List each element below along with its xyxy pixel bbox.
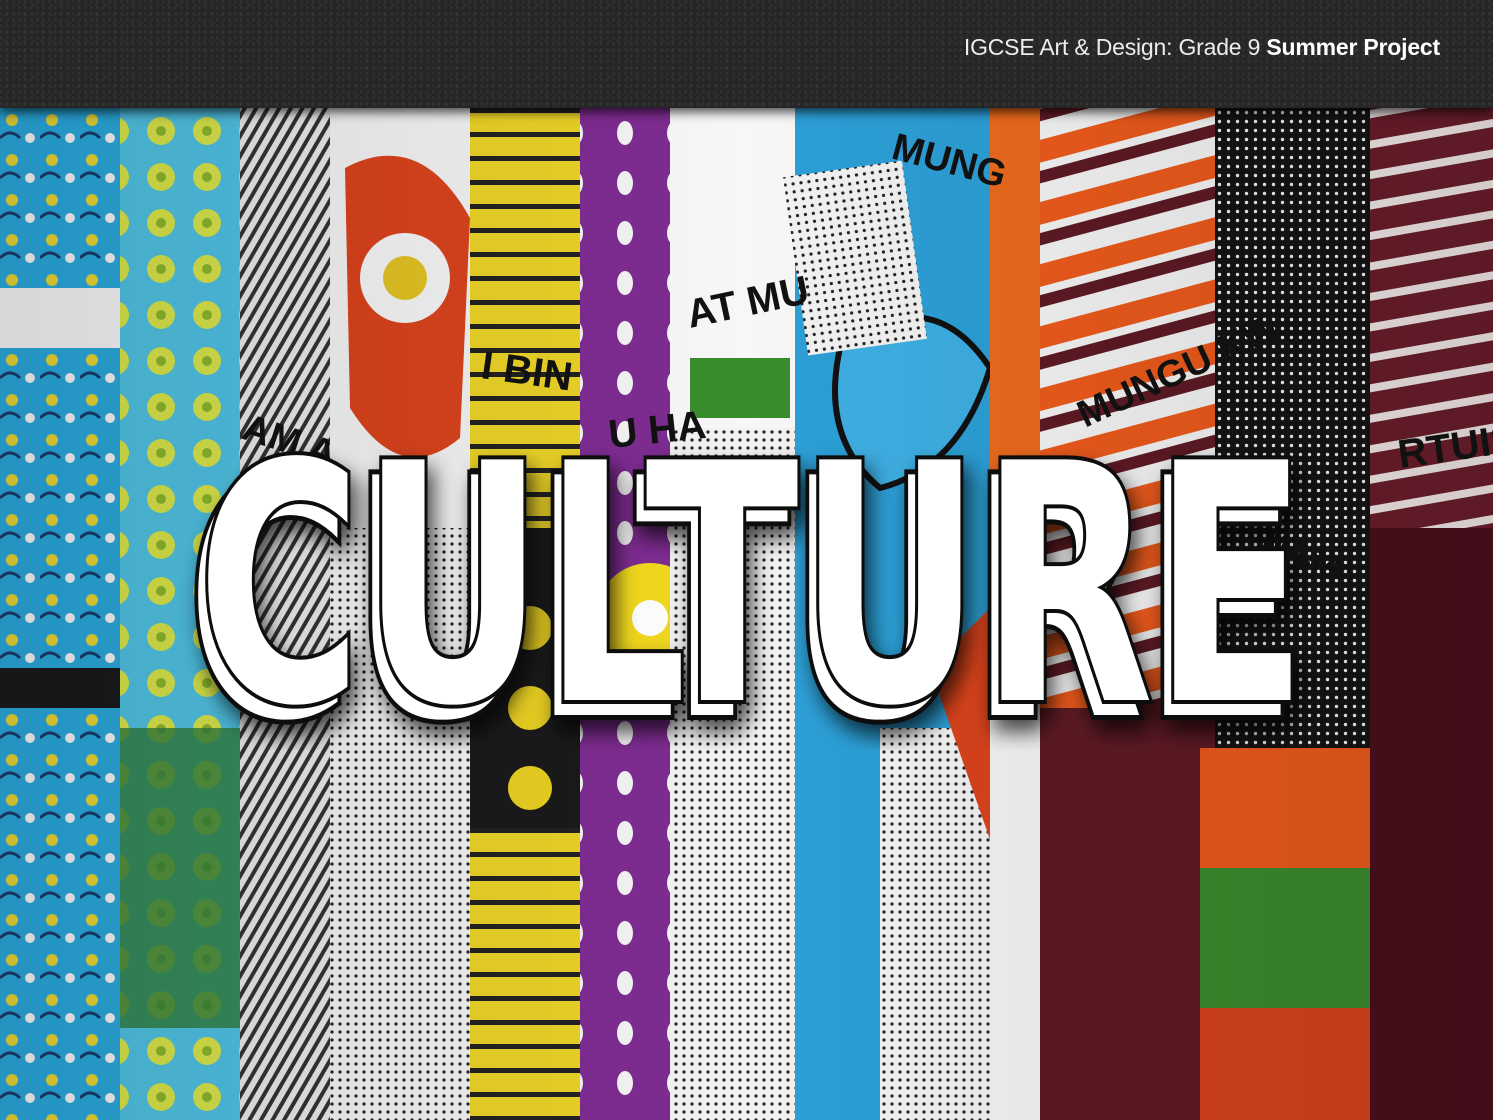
page-title: CULTURE	[197, 430, 1307, 750]
project-label: Summer Project	[1266, 34, 1440, 60]
slide: IGCSE Art & Design: Grade 9 Summer Proje…	[0, 0, 1493, 1120]
title-wrap: CULTURE CULTURE	[0, 430, 1493, 750]
project-subtitle: IGCSE Art & Design: Grade 9 Summer Proje…	[964, 34, 1440, 61]
header-bar: IGCSE Art & Design: Grade 9 Summer Proje…	[0, 0, 1493, 108]
course-label: IGCSE Art & Design: Grade 9	[963, 34, 1261, 60]
